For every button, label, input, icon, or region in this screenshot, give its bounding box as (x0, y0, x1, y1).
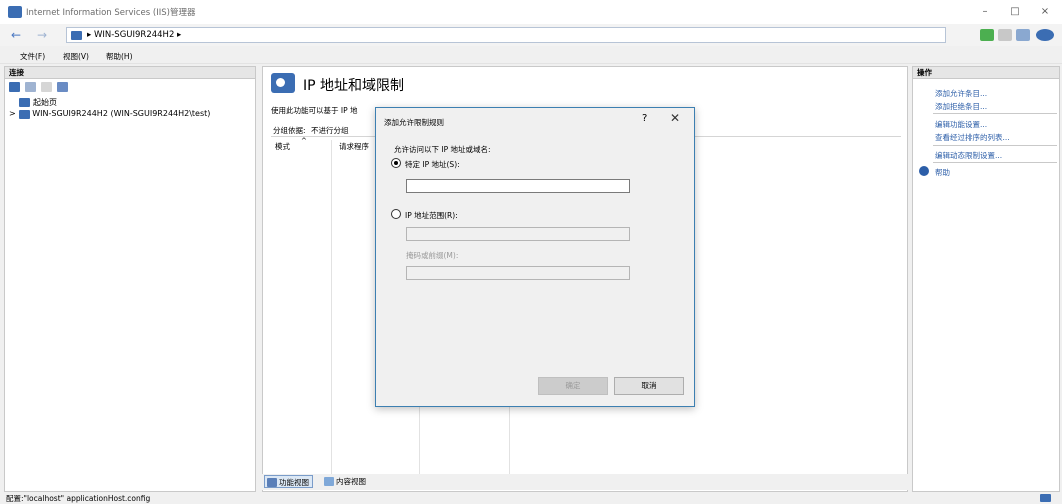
feature-description: 使用此功能可以基于 IP 地 (271, 106, 358, 115)
status-server-icon (1040, 494, 1051, 502)
action-add-allow[interactable]: 添加允许条目... (935, 88, 987, 99)
actions-pane: 操作 添加允许条目... 添加拒绝条目... 编辑功能设置... 查看经过排序的… (912, 66, 1060, 492)
start-page-icon (19, 98, 30, 107)
add-allow-rule-dialog: 添加允许限制规则 ? ✕ 允许访问以下 IP 地址或域名: 特定 IP 地址(S… (375, 107, 695, 407)
disconnect-icon[interactable] (57, 82, 68, 92)
address-path: ▸ WIN-SGUI9R244H2 ▸ (87, 30, 182, 40)
dialog-close-button[interactable]: ✕ (670, 111, 680, 125)
close-window-button[interactable]: × (1032, 3, 1058, 21)
features-view-tab[interactable]: 功能视图 (264, 475, 313, 488)
minimize-button[interactable]: – (972, 3, 998, 21)
expand-icon[interactable]: > (9, 109, 16, 118)
content-view-tab[interactable]: 内容视图 (322, 475, 369, 488)
dialog-help-button[interactable]: ? (642, 113, 647, 124)
tree-item-label: WIN-SGUI9R244H2 (WIN-SGUI9R244H2\test) (32, 109, 211, 118)
cancel-button[interactable]: 取消 (614, 377, 684, 395)
save-icon[interactable] (25, 82, 36, 92)
mask-prefix-input[interactable] (406, 266, 630, 280)
server-icon (71, 31, 82, 40)
action-help[interactable]: 帮助 (935, 167, 950, 178)
tree-item-start-page[interactable]: 起始页 (19, 97, 57, 108)
help-dropdown-icon[interactable] (1036, 29, 1054, 41)
refresh-icon[interactable] (980, 29, 994, 41)
features-view-label: 功能视图 (279, 478, 309, 487)
content-view-icon (324, 477, 334, 486)
ok-button[interactable]: 确定 (538, 377, 608, 395)
address-bar: ← → ▸ WIN-SGUI9R244H2 ▸ (0, 24, 1062, 46)
forward-button[interactable]: → (34, 28, 50, 42)
connect-icon[interactable] (9, 82, 20, 92)
separator (933, 145, 1057, 146)
action-edit-dynamic-settings[interactable]: 编辑动态限制设置... (935, 150, 1002, 161)
action-add-deny[interactable]: 添加拒绝条目... (935, 101, 987, 112)
features-view-icon (267, 478, 277, 487)
tree-item-label: 起始页 (33, 98, 57, 107)
stop-icon[interactable] (998, 29, 1012, 41)
column-header-mode[interactable]: 模式 (275, 141, 290, 153)
ip-range-label: IP 地址范围(R): (405, 211, 458, 220)
connections-pane: 连接 起始页 > WIN-SGUI9R244H2 (WIN-SGUI9R244H… (4, 66, 256, 492)
page-title: IP 地址和域限制 (303, 78, 405, 94)
column-divider (331, 140, 332, 480)
separator (933, 162, 1057, 163)
address-breadcrumb[interactable]: ▸ WIN-SGUI9R244H2 ▸ (66, 27, 946, 43)
menu-view[interactable]: 视图(V) (63, 51, 89, 62)
status-bar: 配置:"localhost" applicationHost.config (0, 494, 1062, 503)
ip-range-radio[interactable] (391, 209, 401, 219)
ip-restrictions-icon (271, 73, 295, 93)
action-view-ordered-list[interactable]: 查看经过排序的列表... (935, 132, 1010, 143)
action-edit-feature-settings[interactable]: 编辑功能设置... (935, 119, 987, 130)
dialog-instruction: 允许访问以下 IP 地址或域名: (394, 145, 491, 154)
tree-item-server[interactable]: > WIN-SGUI9R244H2 (WIN-SGUI9R244H2\test) (9, 109, 211, 119)
actions-header: 操作 (913, 67, 1059, 79)
column-header-requester[interactable]: 请求程序 (339, 141, 369, 153)
title-bar: Internet Information Services (IIS)管理器 –… (0, 0, 1062, 24)
up-icon[interactable] (41, 82, 52, 92)
view-switcher: 功能视图 内容视图 (262, 474, 908, 490)
maximize-button[interactable]: □ (1002, 3, 1028, 21)
connections-header: 连接 (5, 67, 255, 79)
content-view-label: 内容视图 (336, 477, 366, 486)
window-title: Internet Information Services (IIS)管理器 (26, 8, 196, 18)
menu-file[interactable]: 文件(F) (20, 51, 45, 62)
ip-range-input[interactable] (406, 227, 630, 241)
group-by-select[interactable]: 不进行分组 (311, 125, 349, 136)
dialog-title: 添加允许限制规则 (384, 118, 444, 127)
menu-bar: 文件(F) 视图(V) 帮助(H) (0, 46, 1062, 64)
sort-icon: ^ (301, 137, 307, 145)
home-icon[interactable] (1016, 29, 1030, 41)
help-icon (919, 166, 929, 176)
menu-help[interactable]: 帮助(H) (106, 51, 133, 62)
status-text: 配置:"localhost" applicationHost.config (6, 494, 151, 503)
server-icon (19, 110, 30, 119)
mask-prefix-label: 掩码或前缀(M): (406, 251, 459, 260)
iis-app-icon (8, 6, 22, 18)
separator (933, 113, 1057, 114)
group-by-label: 分组依据: (273, 126, 306, 135)
specific-ip-label: 特定 IP 地址(S): (405, 160, 460, 169)
specific-ip-radio[interactable] (391, 158, 401, 168)
back-button[interactable]: ← (8, 28, 24, 42)
specific-ip-input[interactable] (406, 179, 630, 193)
